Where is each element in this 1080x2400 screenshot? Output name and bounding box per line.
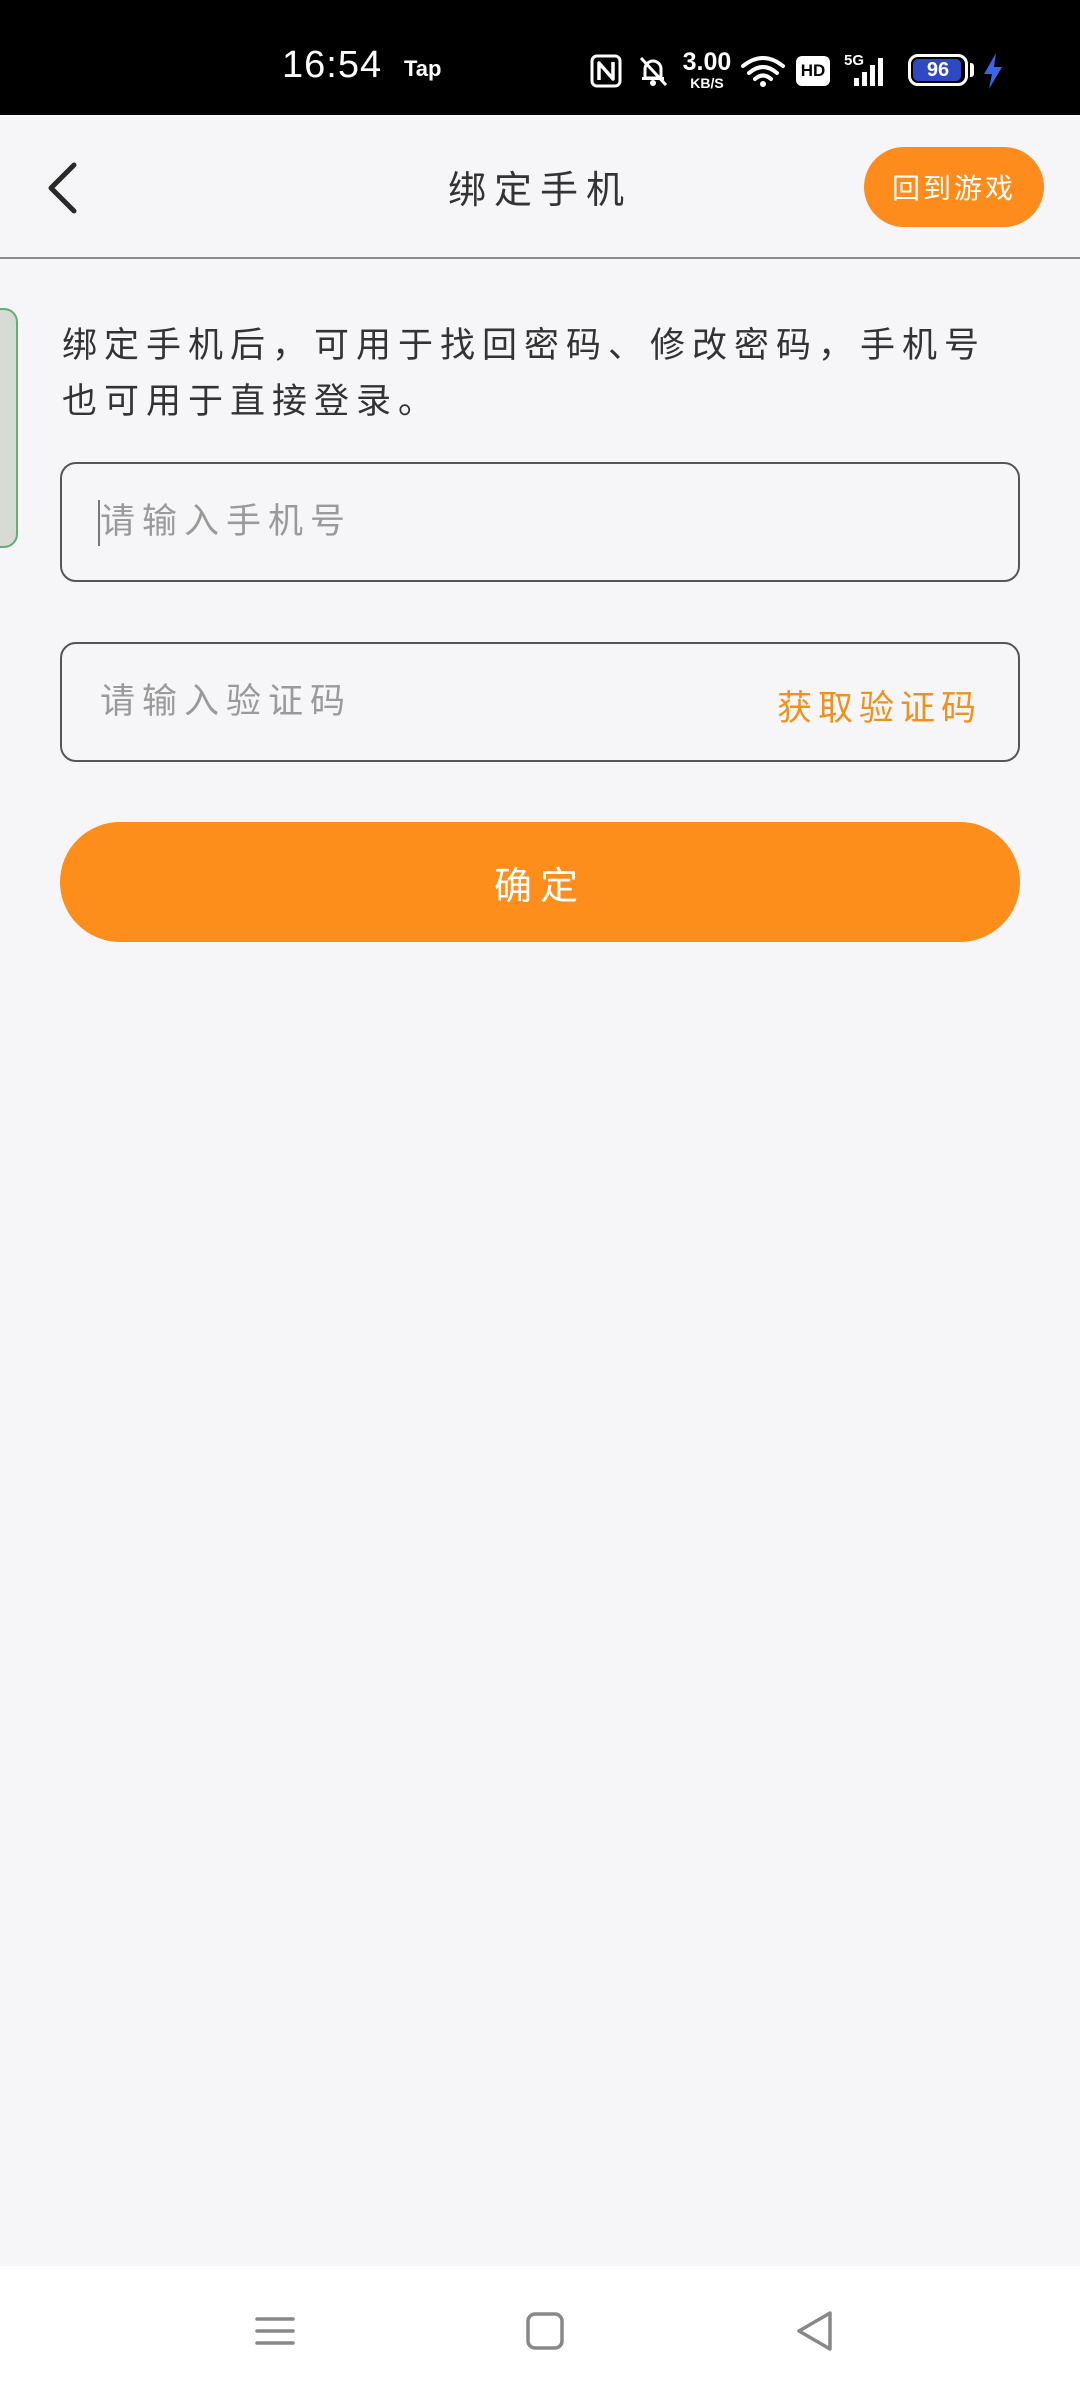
battery-level: 96 — [926, 59, 950, 81]
hd-badge: HD — [796, 56, 830, 86]
net-speed-unit: KB/S — [690, 75, 724, 91]
verification-code-input[interactable] — [100, 644, 700, 760]
back-button[interactable] — [30, 153, 100, 223]
signal-icon — [852, 56, 886, 92]
side-drawer-handle[interactable] — [0, 308, 18, 548]
home-icon — [526, 2312, 564, 2350]
battery-tip — [970, 63, 974, 77]
status-app-label: Tap — [404, 56, 442, 81]
phone-field — [60, 462, 1020, 582]
battery-indicator: 96 — [908, 54, 968, 86]
nav-home-button[interactable] — [510, 2296, 580, 2366]
wifi-icon — [740, 54, 786, 92]
header: 绑定手机 回到游戏 — [0, 115, 1080, 259]
status-bar: 16:54 Tap 3.00 KB/S HD 5G 96 — [0, 0, 1080, 115]
status-time: 16:54 — [282, 44, 383, 86]
net-speed-value: 3.00 — [682, 48, 732, 76]
page-title: 绑定手机 — [447, 168, 632, 212]
net-speed: 3.00 KB/S — [682, 48, 732, 91]
return-to-game-button[interactable]: 回到游戏 — [864, 147, 1044, 227]
charging-icon — [982, 52, 1004, 94]
nav-menu-button[interactable] — [240, 2296, 310, 2366]
menu-icon — [255, 2317, 295, 2345]
nav-back-button[interactable] — [780, 2296, 850, 2366]
bind-phone-description: 绑定手机后，可用于找回密码、修改密码，手机号也可用于直接登录。 — [62, 326, 987, 422]
bell-muted-icon — [636, 54, 670, 92]
system-nav-bar — [0, 2266, 1080, 2400]
back-triangle-icon — [797, 2311, 832, 2351]
chevron-left-icon — [48, 162, 77, 214]
verification-code-field: 获取验证码 — [60, 642, 1020, 762]
phone-input[interactable] — [100, 464, 700, 580]
get-verification-code-button[interactable]: 获取验证码 — [777, 680, 982, 731]
nfc-icon — [590, 54, 622, 92]
confirm-button[interactable]: 确定 — [60, 822, 1020, 942]
